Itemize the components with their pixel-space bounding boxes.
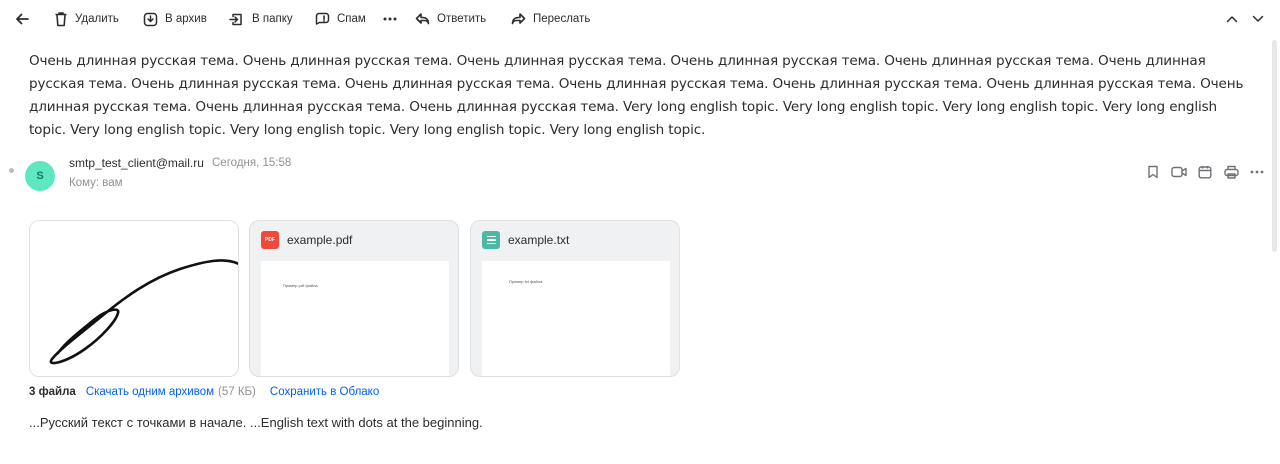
print-button[interactable] (1218, 162, 1244, 182)
print-icon (1223, 165, 1239, 179)
message-actions (1140, 162, 1270, 182)
txt-preview: Пример txt файла (482, 261, 670, 376)
txt-file-icon (482, 231, 500, 249)
folder-label: В папку (252, 13, 293, 25)
back-button[interactable] (14, 0, 30, 38)
more-horizontal-icon (1250, 170, 1264, 174)
avatar[interactable]: S (25, 161, 55, 191)
files-count: 3 файла (29, 386, 76, 398)
attachments-bar: 3 файла Скачать одним архивом (57 КБ) Со… (29, 386, 379, 398)
chevron-down-icon (1252, 15, 1264, 22)
folder-move-icon (229, 13, 242, 25)
message-date: Сегодня, 15:58 (212, 157, 292, 169)
attachment-name: example.txt (508, 233, 570, 247)
delete-button[interactable]: Удалить (54, 0, 119, 38)
attachment-txt[interactable]: example.txt Пример txt файла (470, 220, 680, 377)
save-to-cloud-link[interactable]: Сохранить в Облако (270, 386, 379, 398)
sender-email[interactable]: smtp_test_client@mail.ru (69, 156, 204, 170)
attachment-name: example.pdf (287, 233, 353, 247)
forward-icon (511, 13, 526, 25)
previous-message-button[interactable] (1226, 0, 1238, 38)
arrow-left-icon (16, 13, 29, 25)
archive-button[interactable]: В архив (143, 0, 207, 38)
more-horizontal-icon (383, 17, 397, 21)
video-icon (1171, 166, 1187, 178)
attachment-header: PDF example.pdf (250, 221, 458, 259)
reply-label: Ответить (437, 13, 487, 25)
archive-size: (57 КБ) (218, 386, 256, 398)
message-more-button[interactable] (1244, 162, 1270, 182)
calendar-icon (1198, 166, 1212, 179)
preview-text: Пример pdf файла (283, 283, 318, 288)
pdf-preview: Пример pdf файла (261, 261, 449, 376)
pdf-file-icon: PDF (261, 231, 279, 249)
move-to-folder-button[interactable]: В папку (229, 0, 293, 38)
attachment-image[interactable] (29, 220, 239, 377)
attachment-pdf[interactable]: PDF example.pdf Пример pdf файла (249, 220, 459, 377)
spam-icon (315, 12, 330, 25)
chevron-up-icon (1226, 16, 1238, 23)
calendar-button[interactable] (1192, 162, 1218, 182)
next-message-button[interactable] (1252, 0, 1264, 38)
archive-icon (143, 12, 158, 26)
recipient[interactable]: Кому: вам (69, 177, 123, 189)
avatar-letter: S (36, 170, 44, 182)
spam-button[interactable]: Спам (315, 0, 366, 38)
reply-icon (415, 13, 430, 25)
download-archive-link[interactable]: Скачать одним архивом (86, 386, 214, 398)
forward-label: Переслать (533, 13, 591, 25)
scrollbar[interactable] (1272, 40, 1277, 252)
forward-button[interactable]: Переслать (511, 0, 590, 38)
preview-text: Пример txt файла (509, 279, 543, 284)
unread-dot[interactable] (9, 168, 14, 173)
archive-label: В архив (165, 13, 207, 25)
delete-label: Удалить (75, 13, 119, 25)
trash-icon (55, 12, 67, 27)
image-preview (49, 259, 238, 365)
reply-button[interactable]: Ответить (415, 0, 486, 38)
bookmark-button[interactable] (1140, 162, 1166, 182)
attachment-header: example.txt (471, 221, 679, 259)
message-body: ...Русский текст с точками в начале. ...… (29, 415, 483, 430)
message-subject: Очень длинная русская тема. Очень длинна… (29, 53, 1244, 138)
more-actions-button[interactable] (383, 0, 397, 38)
bookmark-icon (1148, 165, 1158, 179)
toolbar: Удалить В архив В папку Спам Ответить Пе… (0, 0, 1280, 38)
spam-label: Спам (337, 13, 366, 25)
video-call-button[interactable] (1166, 162, 1192, 182)
